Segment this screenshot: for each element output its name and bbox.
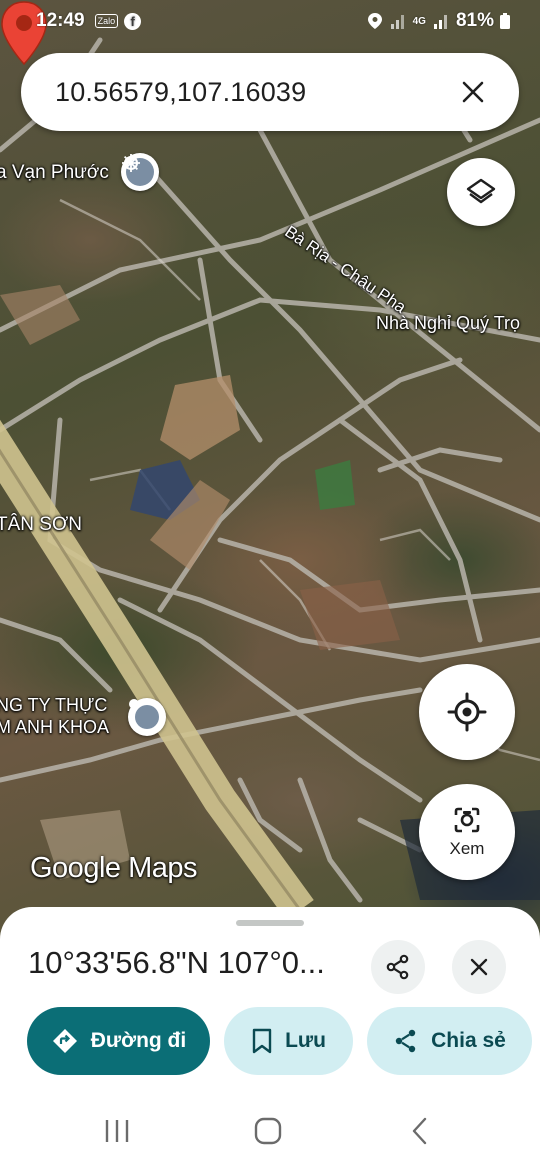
back-button[interactable]: [405, 1114, 435, 1148]
map-label-temple[interactable]: a Vạn Phước: [0, 162, 109, 184]
facebook-notification-icon: f: [124, 12, 142, 30]
network-type: 4G: [412, 15, 426, 27]
signal-icon-2: [433, 15, 447, 29]
location-status-icon: [367, 13, 382, 29]
crosshair-icon: [447, 692, 487, 732]
search-query[interactable]: 10.56579,107.16039: [55, 77, 457, 108]
lens-view-button[interactable]: Xem: [419, 784, 515, 880]
signal-icon: [390, 15, 404, 29]
system-nav-bar: [0, 1092, 540, 1170]
map-label-company[interactable]: NG TY THỰC M ANH KHOA: [0, 694, 109, 738]
company-label-line2: M ANH KHOA: [0, 717, 110, 737]
coordinates-title: 10°33'56.8"N 107°0...: [28, 945, 325, 980]
close-sheet-button[interactable]: [452, 940, 506, 994]
share-icon: [395, 1029, 416, 1053]
share-button[interactable]: Chia sẻ: [367, 1007, 532, 1075]
directions-button[interactable]: Đường đi: [27, 1007, 210, 1075]
map-label-district: TÂN SƠN: [0, 514, 82, 535]
status-bar: 12:49 Zalo f 4G 81%: [0, 0, 540, 42]
share-label: Chia sẻ: [431, 1029, 506, 1052]
share-icon: [386, 954, 409, 980]
sheet-drag-handle[interactable]: [236, 920, 304, 926]
close-icon: [462, 81, 484, 103]
status-time: 12:49: [36, 10, 85, 31]
zalo-notification-icon: Zalo: [94, 14, 119, 28]
share-icon-button[interactable]: [371, 940, 425, 994]
my-location-button[interactable]: [419, 664, 515, 760]
map-label-guesthouse[interactable]: Nhà Nghỉ Quý Trọ: [376, 313, 520, 334]
home-icon: [254, 1117, 282, 1145]
company-label-line1: NG TY THỰC: [0, 695, 108, 715]
company-poi-icon[interactable]: [128, 698, 166, 736]
temple-poi-icon[interactable]: [121, 153, 159, 191]
clear-search-button[interactable]: [457, 76, 489, 108]
directions-icon: [52, 1029, 77, 1053]
bookmark-icon: [252, 1028, 272, 1054]
search-bar[interactable]: 10.56579,107.16039: [21, 53, 519, 131]
directions-label: Đường đi: [90, 1029, 187, 1052]
recent-apps-icon: [105, 1120, 129, 1142]
save-label: Lưu: [285, 1029, 326, 1052]
battery-percent: 81%: [455, 10, 494, 31]
layers-button[interactable]: [447, 158, 515, 226]
close-icon: [470, 958, 488, 976]
save-button[interactable]: Lưu: [224, 1007, 353, 1075]
recent-apps-button[interactable]: [100, 1114, 134, 1148]
back-icon: [412, 1117, 427, 1145]
camera-lens-icon: [454, 807, 480, 833]
home-button[interactable]: [251, 1114, 285, 1148]
dharma-wheel-icon: [122, 154, 140, 172]
dot-icon: [129, 699, 139, 709]
battery-icon: [500, 13, 510, 29]
google-maps-logo: Google Maps: [30, 852, 198, 884]
lens-view-label: Xem: [449, 839, 485, 858]
layers-icon: [466, 178, 496, 204]
